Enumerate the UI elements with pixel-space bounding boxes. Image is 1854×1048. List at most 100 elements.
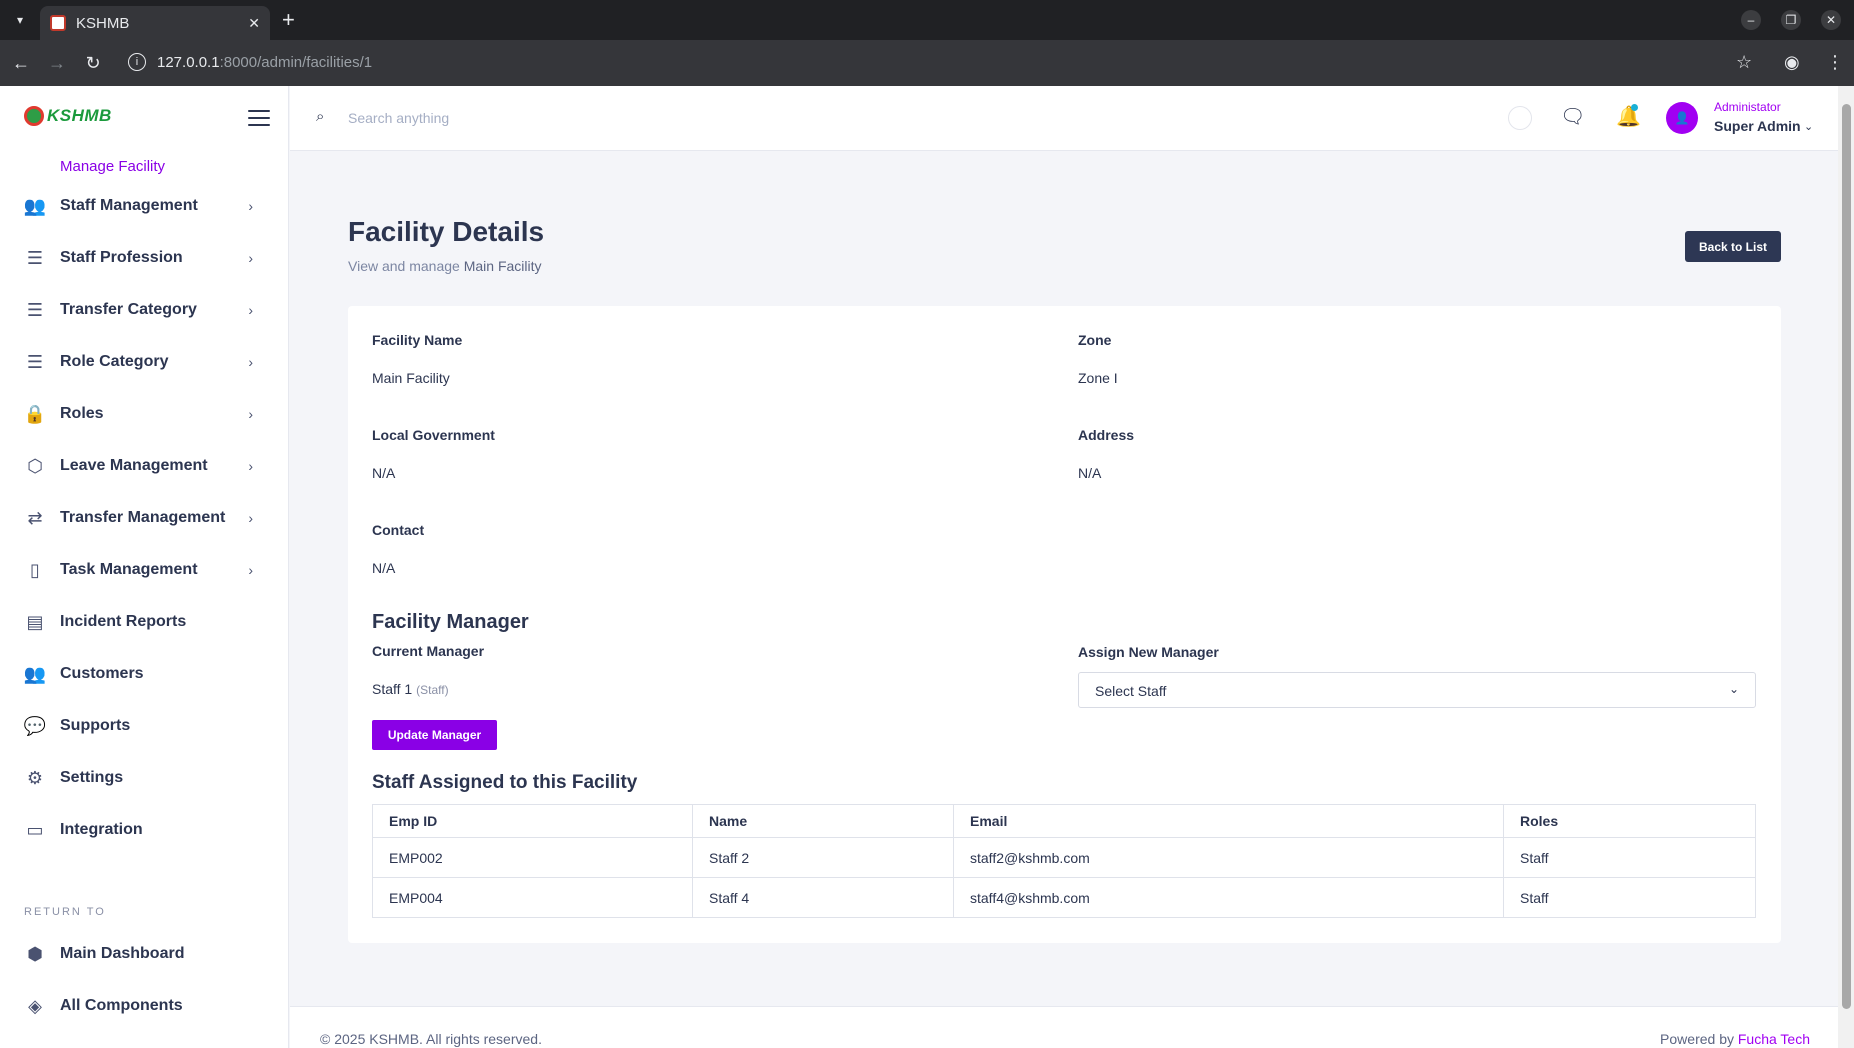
sidebar-item-leave-management[interactable]: ⬡ Leave Management › — [0, 440, 289, 492]
top-header: ⌕ 🗨 🔔 👤 Administator Super Admin ⌄ — [290, 86, 1838, 151]
table-row: EMP002 Staff 2 staff2@kshmb.com Staff — [372, 837, 1756, 878]
users-icon: 👥 — [23, 195, 47, 216]
footer: © 2025 KSHMB. All rights reserved. Power… — [290, 1006, 1838, 1048]
page-scrollbar[interactable] — [1842, 104, 1851, 1009]
facility-name-value: Main Facility — [372, 370, 450, 386]
column-header: Email — [953, 804, 1504, 838]
reload-icon[interactable]: ↻ — [82, 52, 104, 74]
assign-new-manager-label: Assign New Manager — [1078, 644, 1219, 660]
tab-close-icon[interactable]: ✕ — [248, 15, 260, 32]
chrome-menu-icon[interactable]: ⋮ — [1826, 52, 1844, 73]
user-name[interactable]: Super Admin — [1714, 118, 1801, 134]
local-government-label: Local Government — [372, 427, 495, 443]
sidebar-item-main-dashboard[interactable]: ⬢ Main Dashboard — [0, 928, 289, 980]
new-tab-icon[interactable]: + — [282, 8, 295, 32]
site-info-icon[interactable]: i — [128, 53, 146, 71]
sidebar-item-customers[interactable]: 👥 Customers — [0, 648, 289, 700]
avatar[interactable]: 👤 — [1666, 102, 1698, 134]
page-subtitle: View and manage Main Facility — [348, 258, 542, 274]
back-to-list-button[interactable]: Back to List — [1685, 231, 1781, 262]
table-cell: staff2@kshmb.com — [953, 837, 1504, 878]
sidebar-item-manage-facility[interactable]: Manage Facility — [60, 158, 165, 175]
staff-table: Emp ID Name Email Roles EMP002 Staff 2 s… — [372, 804, 1756, 918]
chevron-right-icon: › — [248, 510, 253, 526]
chevron-right-icon: › — [248, 354, 253, 370]
copyright-text: © 2025 KSHMB. All rights reserved. — [320, 1031, 542, 1047]
sidebar-item-role-category[interactable]: ☰ Role Category › — [0, 336, 289, 388]
list-icon: ▤ — [26, 611, 44, 632]
lines-icon: ☰ — [26, 247, 44, 268]
sidebar-item-task-management[interactable]: ▯ Task Management › — [0, 544, 289, 596]
logo-emblem — [24, 106, 44, 126]
sidebar-menu: 👥 Staff Management › ☰ Staff Profession … — [0, 180, 289, 856]
server-icon: ▭ — [26, 819, 44, 840]
notification-dot — [1631, 104, 1638, 111]
column-header: Name — [692, 804, 954, 838]
powered-by: Powered by Fucha Tech — [1660, 1031, 1810, 1047]
sidebar-item-supports[interactable]: 💬 Supports — [0, 700, 289, 752]
sidebar-item-settings[interactable]: ⚙ Settings — [0, 752, 289, 804]
close-window-icon[interactable]: ✕ — [1821, 10, 1841, 30]
table-row: EMP004 Staff 4 staff4@kshmb.com Staff — [372, 877, 1756, 918]
forward-arrow-icon[interactable]: → — [46, 52, 68, 74]
lock-icon: 🔒 — [23, 403, 47, 424]
hamburger-menu-icon[interactable] — [248, 110, 270, 126]
staff-select[interactable]: Select Staff ⌄ — [1078, 672, 1756, 708]
table-header-row: Emp ID Name Email Roles — [372, 804, 1756, 838]
sidebar-item-transfer-management[interactable]: ⇄ Transfer Management › — [0, 492, 289, 544]
messages-icon[interactable]: 🗨 — [1560, 104, 1585, 129]
table-cell: Staff 4 — [692, 877, 954, 918]
chevron-down-icon: ⌄ — [1728, 682, 1739, 696]
box-icon: ⬡ — [27, 455, 43, 476]
layers-icon: ◈ — [28, 995, 42, 1016]
browser-tab[interactable]: KSHMB ✕ — [40, 6, 270, 40]
table-cell: EMP002 — [372, 837, 693, 878]
contact-label: Contact — [372, 522, 425, 538]
favicon-icon — [50, 15, 66, 31]
sidebar-item-integration[interactable]: ▭ Integration — [0, 804, 289, 856]
table-cell: Staff 2 — [692, 837, 954, 878]
zone-label: Zone — [1078, 332, 1112, 348]
chevron-right-icon: › — [248, 250, 253, 266]
address-value: N/A — [1078, 465, 1102, 481]
page-title: Facility Details — [348, 216, 545, 247]
powered-by-link[interactable]: Fucha Tech — [1738, 1031, 1810, 1047]
current-manager-label: Current Manager — [372, 643, 485, 659]
table-cell: Staff — [1503, 877, 1756, 918]
search-input[interactable] — [348, 104, 748, 132]
customers-icon: 👥 — [23, 663, 47, 684]
url-field[interactable]: 127.0.0.1:8000/admin/facilities/1 — [157, 54, 372, 71]
sidebar-item-roles[interactable]: 🔒 Roles › — [0, 388, 289, 440]
shield-icon: ⬢ — [27, 943, 43, 964]
sidebar-item-transfer-category[interactable]: ☰ Transfer Category › — [0, 284, 289, 336]
update-manager-button[interactable]: Update Manager — [372, 720, 497, 750]
bookmark-star-icon[interactable]: ☆ — [1736, 52, 1752, 73]
chevron-down-icon[interactable]: ⌄ — [1804, 120, 1813, 133]
return-to-heading: RETURN TO — [24, 906, 106, 918]
restore-icon[interactable]: ❐ — [1781, 10, 1801, 30]
facility-details-card: Facility Name Main Facility Zone Zone I … — [348, 306, 1781, 943]
browser-address-bar: ← → ↻ i 127.0.0.1:8000/admin/facilities/… — [0, 40, 1854, 86]
chevron-right-icon: › — [248, 458, 253, 474]
chevron-right-icon: › — [248, 562, 253, 578]
table-cell: Staff — [1503, 837, 1756, 878]
back-arrow-icon[interactable]: ← — [10, 52, 32, 74]
sidebar-item-staff-management[interactable]: 👥 Staff Management › — [0, 180, 289, 232]
settings-icon: ⚙ — [26, 767, 44, 788]
sidebar: KSHMB Manage Facility 👥 Staff Management… — [0, 86, 289, 1048]
profile-icon[interactable]: ◉ — [1784, 52, 1800, 73]
tab-title: KSHMB — [76, 14, 130, 32]
tab-search-chevron-icon[interactable]: ▾ — [8, 8, 32, 32]
theme-toggle[interactable] — [1508, 106, 1532, 130]
logo[interactable]: KSHMB — [24, 106, 112, 126]
column-header: Roles — [1503, 804, 1756, 838]
minimize-icon[interactable]: – — [1741, 10, 1761, 30]
current-manager-value: Staff 1 (Staff) — [372, 681, 449, 697]
sidebar-item-incident-reports[interactable]: ▤ Incident Reports — [0, 596, 289, 648]
sidebar-item-all-components[interactable]: ◈ All Components — [0, 980, 289, 1032]
chevron-right-icon: › — [248, 406, 253, 422]
sidebar-item-staff-profession[interactable]: ☰ Staff Profession › — [0, 232, 289, 284]
browser-tab-bar: ▾ KSHMB ✕ + – ❐ ✕ — [0, 0, 1854, 40]
table-cell: EMP004 — [372, 877, 693, 918]
staff-assigned-heading: Staff Assigned to this Facility — [372, 772, 638, 793]
